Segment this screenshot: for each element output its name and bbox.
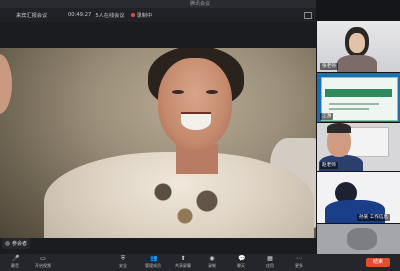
apps-label: 应用 xyxy=(266,263,274,268)
speaker-name: 参会者 xyxy=(12,241,28,247)
recording-indicator[interactable]: 录制中 xyxy=(130,12,153,19)
layout-grid-icon[interactable] xyxy=(304,11,312,19)
participant-name: 赵老师 xyxy=(320,162,338,169)
participant-name: 孙某 工作信息 xyxy=(357,214,391,221)
record-dot-icon xyxy=(130,13,135,17)
participant-name: 张老师 xyxy=(320,63,338,70)
apps-button[interactable]: ▦ 应用 xyxy=(257,254,283,271)
participant-count[interactable]: 5人在线会议 xyxy=(95,12,124,19)
participant-hair xyxy=(327,123,351,133)
speaker-eye-left xyxy=(172,90,184,94)
meeting-toolbar: 🎤 静音 ▭ 开启视频 ⛨ 安全 👥 管理成员 ⬆ 共享屏幕 ◉ 录制 💬 聊天… xyxy=(0,254,400,271)
participant-face xyxy=(349,33,365,53)
mute-label: 静音 xyxy=(11,263,19,268)
speaker-smile xyxy=(181,112,211,130)
security-label: 安全 xyxy=(119,263,127,268)
record-label: 录制 xyxy=(208,263,216,268)
speaker-face xyxy=(158,58,232,150)
shirt-pattern xyxy=(130,168,240,228)
main-top-gap xyxy=(0,22,316,48)
end-meeting-button[interactable]: 结束 xyxy=(366,258,390,267)
chat-button[interactable]: 💬 聊天 xyxy=(228,254,254,271)
slide-banner xyxy=(325,89,392,97)
slide-text-line xyxy=(329,103,379,105)
share-icon: ⬆ xyxy=(180,255,186,262)
participant-tile[interactable] xyxy=(317,224,400,254)
more-button[interactable]: ⋯ 更多 xyxy=(286,254,312,271)
participant-tile[interactable]: 孙某 工作信息 xyxy=(317,172,400,223)
background-window xyxy=(347,127,389,157)
mic-status-icon xyxy=(5,241,10,246)
main-video-feed[interactable] xyxy=(0,48,316,238)
share-label: 共享屏幕 xyxy=(175,263,191,268)
meeting-info-bar: 来宾汇报会议 00:49:27 5人在线会议 录制中 xyxy=(0,8,318,22)
speaker-name-tag: 参会者 xyxy=(2,238,31,249)
video-icon: ▭ xyxy=(40,255,46,262)
speaker-eye-right xyxy=(206,90,218,94)
security-button[interactable]: ⛨ 安全 xyxy=(110,254,136,271)
participant-blur xyxy=(347,228,377,250)
meeting-duration: 00:49:27 xyxy=(68,12,92,18)
video-label: 开启视频 xyxy=(35,263,51,268)
recording-label: 录制中 xyxy=(136,12,153,19)
participant-body xyxy=(337,55,377,72)
share-screen-button[interactable]: ⬆ 共享屏幕 xyxy=(170,254,196,271)
participant-tile[interactable]: 张老师 xyxy=(317,21,400,72)
participant-name: 江滪 xyxy=(320,113,334,120)
chat-label: 聊天 xyxy=(237,263,245,268)
participant-tile[interactable]: 赵老师 xyxy=(317,123,400,171)
record-icon: ◉ xyxy=(209,255,215,262)
members-icon: 👥 xyxy=(150,255,158,262)
members-button[interactable]: 👥 管理成员 xyxy=(140,254,166,271)
participant-tile[interactable]: 江滪 xyxy=(317,73,400,122)
meeting-name[interactable]: 来宾汇报会议 xyxy=(16,12,64,19)
mic-icon: 🎤 xyxy=(12,255,20,262)
video-button[interactable]: ▭ 开启视频 xyxy=(30,254,56,271)
more-icon: ⋯ xyxy=(296,255,302,262)
more-label: 更多 xyxy=(295,263,303,268)
apps-icon: ▦ xyxy=(267,255,273,262)
chat-icon: 💬 xyxy=(238,255,246,262)
security-icon: ⛨ xyxy=(120,255,126,262)
members-label: 管理成员 xyxy=(145,263,161,268)
mute-button[interactable]: 🎤 静音 xyxy=(2,254,28,271)
record-button[interactable]: ◉ 录制 xyxy=(199,254,225,271)
slide-text-line xyxy=(329,108,369,110)
